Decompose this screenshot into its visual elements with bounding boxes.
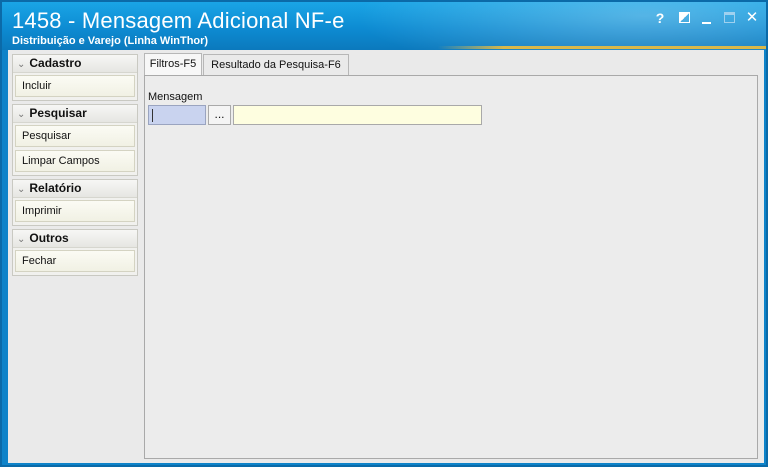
mensagem-description-field[interactable] — [233, 105, 482, 125]
fechar-button[interactable]: Fechar — [15, 250, 135, 272]
sidebar-group-label: Pesquisar — [29, 106, 87, 120]
tab-filtros[interactable]: Filtros-F5 — [144, 53, 202, 76]
main-panel: Filtros-F5 Resultado da Pesquisa-F6 Mens… — [144, 53, 758, 459]
sidebar-group-label: Relatório — [29, 181, 82, 195]
maximize-icon[interactable] — [722, 10, 738, 26]
sidebar-group-header-relatorio[interactable]: ⌄ Relatório — [13, 180, 137, 198]
collapse-chevron-icon: ⌄ — [17, 234, 26, 245]
mensagem-code-input[interactable] — [148, 105, 206, 125]
sidebar-group-relatorio: ⌄ Relatório Imprimir — [12, 179, 138, 226]
title-bar-accent-line — [438, 46, 766, 49]
window-title: 1458 - Mensagem Adicional NF-e — [12, 8, 345, 33]
collapse-chevron-icon: ⌄ — [17, 59, 26, 70]
incluir-button[interactable]: Incluir — [15, 75, 135, 97]
minimize-icon[interactable] — [699, 10, 715, 26]
help-icon[interactable]: ? — [652, 10, 668, 26]
sidebar-group-header-cadastro[interactable]: ⌄ Cadastro — [13, 55, 137, 73]
sidebar-group-header-outros[interactable]: ⌄ Outros — [13, 230, 137, 248]
limpar-campos-button[interactable]: Limpar Campos — [15, 150, 135, 172]
sidebar-group-label: Cadastro — [29, 56, 82, 70]
sidebar-group-pesquisar: ⌄ Pesquisar Pesquisar Limpar Campos — [12, 104, 138, 176]
action-sidebar: ⌄ Cadastro Incluir ⌄ Pesquisar Pesquisar L… — [12, 54, 138, 279]
app-window: 1458 - Mensagem Adicional NF-e Distribui… — [0, 0, 768, 467]
sidebar-group-outros: ⌄ Outros Fechar — [12, 229, 138, 276]
imprimir-button[interactable]: Imprimir — [15, 200, 135, 222]
sidebar-group-cadastro: ⌄ Cadastro Incluir — [12, 54, 138, 101]
text-caret — [152, 109, 153, 122]
client-area: ⌄ Cadastro Incluir ⌄ Pesquisar Pesquisar L… — [8, 50, 764, 463]
close-icon[interactable]: ✕ — [744, 10, 760, 26]
filters-page: Mensagem ... — [144, 75, 758, 459]
sidebar-group-label: Outros — [29, 231, 69, 245]
window-subtitle: Distribuição e Varejo (Linha WinThor) — [12, 35, 209, 47]
sidebar-group-header-pesquisar[interactable]: ⌄ Pesquisar — [13, 105, 137, 123]
mensagem-label: Mensagem — [148, 91, 203, 103]
pesquisar-button[interactable]: Pesquisar — [15, 125, 135, 147]
tab-resultado-pesquisa[interactable]: Resultado da Pesquisa-F6 — [203, 54, 349, 75]
mensagem-lookup-button[interactable]: ... — [208, 105, 231, 125]
restore-layout-icon[interactable] — [677, 10, 693, 26]
collapse-chevron-icon: ⌄ — [17, 109, 26, 120]
collapse-chevron-icon: ⌄ — [17, 184, 26, 195]
title-bar[interactable]: 1458 - Mensagem Adicional NF-e Distribui… — [2, 2, 766, 50]
